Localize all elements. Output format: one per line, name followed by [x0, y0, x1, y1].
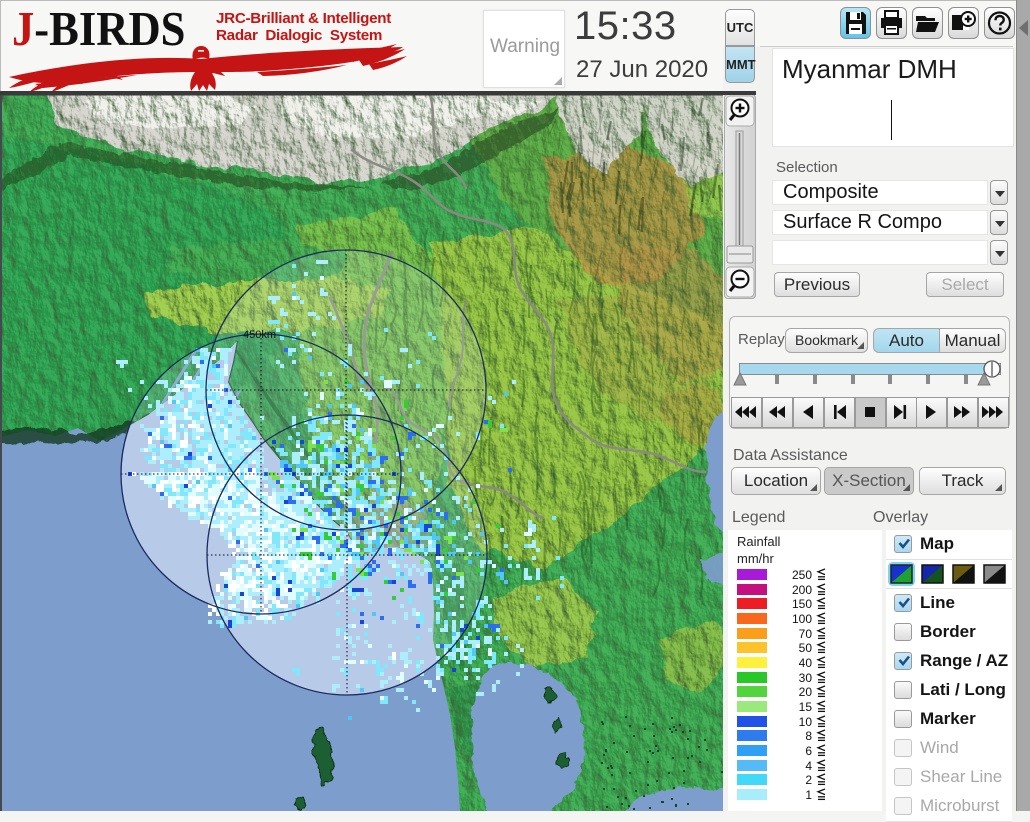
svg-text:450km: 450km — [243, 329, 276, 341]
